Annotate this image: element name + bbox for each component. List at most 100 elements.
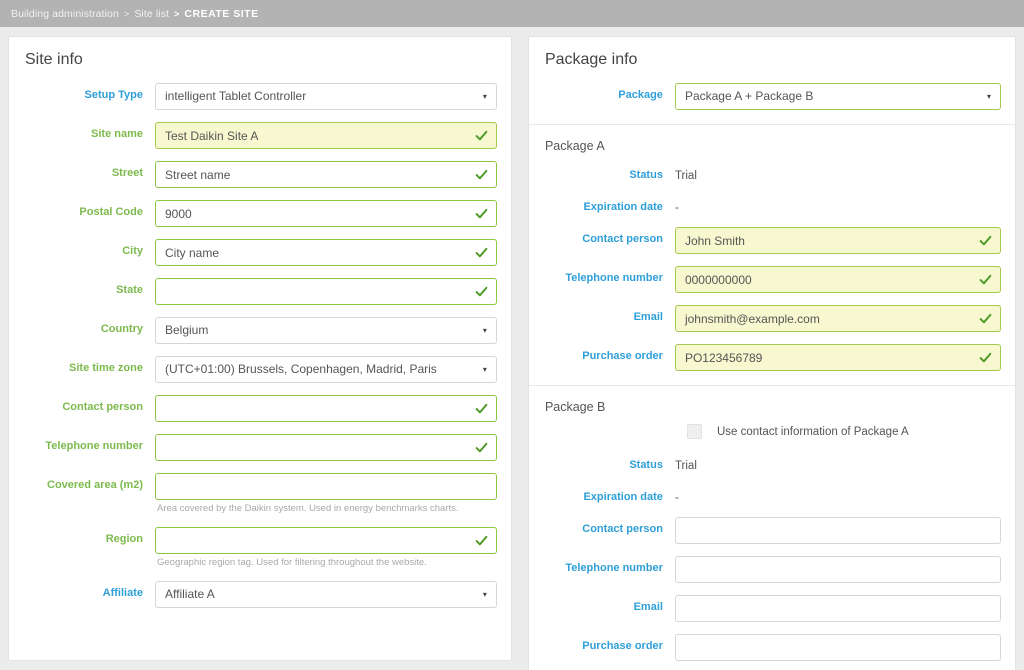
site-label-setup-type: Setup Type — [84, 89, 143, 101]
control-contact-person — [155, 395, 497, 422]
site-select-site-time-zone[interactable]: (UTC+01:00) Brussels, Copenhagen, Madrid… — [155, 356, 497, 383]
package-b-input-email[interactable] — [674, 595, 1001, 622]
form-row-expiration-date: Expiration date - — [543, 195, 1001, 215]
form-row-setup-type: Setup Type intelligent Tablet Controller ▾ — [23, 83, 497, 110]
package-select-form: Package Package A + Package B ▾ — [543, 83, 1001, 110]
site-select-country[interactable]: Belgium — [155, 317, 497, 344]
site-input-postal-code[interactable] — [155, 200, 497, 227]
control-status: Trial — [675, 163, 1001, 183]
site-label-affiliate: Affiliate — [102, 587, 143, 599]
site-input-telephone-number[interactable] — [155, 434, 497, 461]
site-select-setup-type[interactable]: intelligent Tablet Controller — [155, 83, 497, 110]
package-b-value-expiration-date: - — [674, 492, 679, 504]
package-b-input-telephone-number[interactable] — [674, 556, 1001, 583]
package-b-input-contact-person[interactable] — [674, 517, 1001, 544]
use-package-a-contact-checkbox[interactable] — [686, 424, 702, 439]
package-a-input-telephone-number[interactable] — [674, 266, 1001, 293]
site-input-contact-person[interactable] — [155, 395, 497, 422]
control-status: Trial — [675, 453, 1001, 473]
package-b-form: Status Trial Expiration date - Contact perso… — [543, 453, 1001, 670]
package-info-panel: Package info Package Package A + Package … — [527, 36, 1016, 670]
package-b-label-status: Status — [629, 459, 663, 471]
package-b-label-contact-person: Contact person — [582, 523, 663, 535]
package-select-package[interactable]: Package A + Package B — [674, 83, 1001, 110]
form-row-contact-person: Contact person — [543, 517, 1001, 544]
control-telephone-number — [674, 266, 1001, 293]
package-a-input-contact-person[interactable] — [674, 227, 1001, 254]
form-row-purchase-order: Purchase order — [543, 344, 1001, 371]
control-country: Belgium ▾ — [155, 317, 497, 344]
control-contact-person — [674, 517, 1001, 544]
input-wrap-telephone-number — [674, 266, 1001, 293]
form-row-telephone-number: Telephone number — [543, 556, 1001, 583]
site-input-street[interactable] — [155, 161, 497, 188]
form-row-region: Region Geographic region tag. Used for fi… — [23, 527, 497, 569]
package-a-input-email[interactable] — [674, 305, 1001, 332]
input-wrap-site-name — [155, 122, 497, 149]
input-wrap-contact-person — [155, 395, 497, 422]
control-purchase-order — [674, 634, 1001, 661]
control-expiration-date: - — [675, 195, 1001, 215]
input-wrap-affiliate: Affiliate A ▾ — [155, 581, 497, 608]
package-a-section: Package A Status Trial Expiration date - Con… — [528, 124, 1015, 385]
breadcrumb-item-site-list[interactable]: Site list — [134, 8, 169, 20]
package-a-form: Status Trial Expiration date - Contact perso… — [543, 163, 1001, 371]
control-email — [674, 305, 1001, 332]
control-site-time-zone: (UTC+01:00) Brussels, Copenhagen, Madrid… — [155, 356, 497, 383]
site-info-form: Setup Type intelligent Tablet Controller ▾… — [23, 83, 497, 608]
form-row-city: City — [23, 239, 497, 266]
form-row-site-time-zone: Site time zone (UTC+01:00) Brussels, Cope… — [23, 356, 497, 383]
form-row-email: Email — [543, 595, 1001, 622]
input-wrap-email — [674, 305, 1001, 332]
package-select-section: Package info Package Package A + Package … — [529, 37, 1015, 124]
form-row-postal-code: Postal Code — [23, 200, 497, 227]
package-b-label-purchase-order: Purchase order — [582, 640, 663, 652]
package-b-label-expiration-date: Expiration date — [583, 491, 663, 503]
site-label-covered-area-m2: Covered area (m2) — [47, 479, 143, 491]
package-b-input-purchase-order[interactable] — [674, 634, 1001, 661]
package-b-title: Package B — [544, 400, 606, 414]
form-row-status: Status Trial — [543, 453, 1001, 473]
form-row-country: Country Belgium ▾ — [23, 317, 497, 344]
control-site-name — [155, 122, 497, 149]
input-wrap-telephone-number — [674, 556, 1001, 583]
input-wrap-country: Belgium ▾ — [155, 317, 497, 344]
control-affiliate: Affiliate A ▾ — [155, 581, 497, 608]
input-wrap-contact-person — [674, 517, 1001, 544]
package-a-value-expiration-date: - — [674, 202, 679, 214]
package-a-input-purchase-order[interactable] — [674, 344, 1001, 371]
package-a-label-expiration-date: Expiration date — [583, 201, 663, 213]
input-wrap-state — [155, 278, 497, 305]
control-purchase-order — [674, 344, 1001, 371]
control-email — [674, 595, 1001, 622]
breadcrumb: Building administration > Site list > CR… — [0, 0, 1024, 27]
input-wrap-postal-code — [155, 200, 497, 227]
site-info-section: Site info Setup Type intelligent Tablet C… — [9, 37, 511, 622]
package-a-label-purchase-order: Purchase order — [582, 350, 663, 362]
site-input-state[interactable] — [155, 278, 497, 305]
form-row-status: Status Trial — [543, 163, 1001, 183]
control-telephone-number — [155, 434, 497, 461]
control-telephone-number — [674, 556, 1001, 583]
package-a-label-telephone-number: Telephone number — [565, 272, 663, 284]
input-wrap-region — [155, 527, 497, 554]
site-input-site-name[interactable] — [155, 122, 497, 149]
package-b-value-status: Trial — [674, 460, 697, 472]
use-package-a-contact-label: Use contact information of Package A — [716, 425, 909, 438]
site-input-region[interactable] — [155, 527, 497, 554]
site-input-covered-area-m2[interactable] — [155, 473, 497, 500]
form-row-covered-area-m2: Covered area (m2) Area covered by the Dai… — [23, 473, 497, 515]
form-row-contact-person: Contact person — [23, 395, 497, 422]
site-select-affiliate[interactable]: Affiliate A — [155, 581, 497, 608]
input-wrap-contact-person — [674, 227, 1001, 254]
form-row-site-name: Site name — [23, 122, 497, 149]
input-wrap-street — [155, 161, 497, 188]
input-wrap-setup-type: intelligent Tablet Controller ▾ — [155, 83, 497, 110]
control-package: Package A + Package B ▾ — [674, 83, 1001, 110]
control-covered-area-m2: Area covered by the Daikin system. Used … — [155, 473, 497, 515]
form-row-telephone-number: Telephone number — [23, 434, 497, 461]
breadcrumb-item-building-administration[interactable]: Building administration — [11, 8, 119, 20]
form-row-email: Email — [543, 305, 1001, 332]
package-a-label-status: Status — [629, 169, 663, 181]
site-input-city[interactable] — [155, 239, 497, 266]
